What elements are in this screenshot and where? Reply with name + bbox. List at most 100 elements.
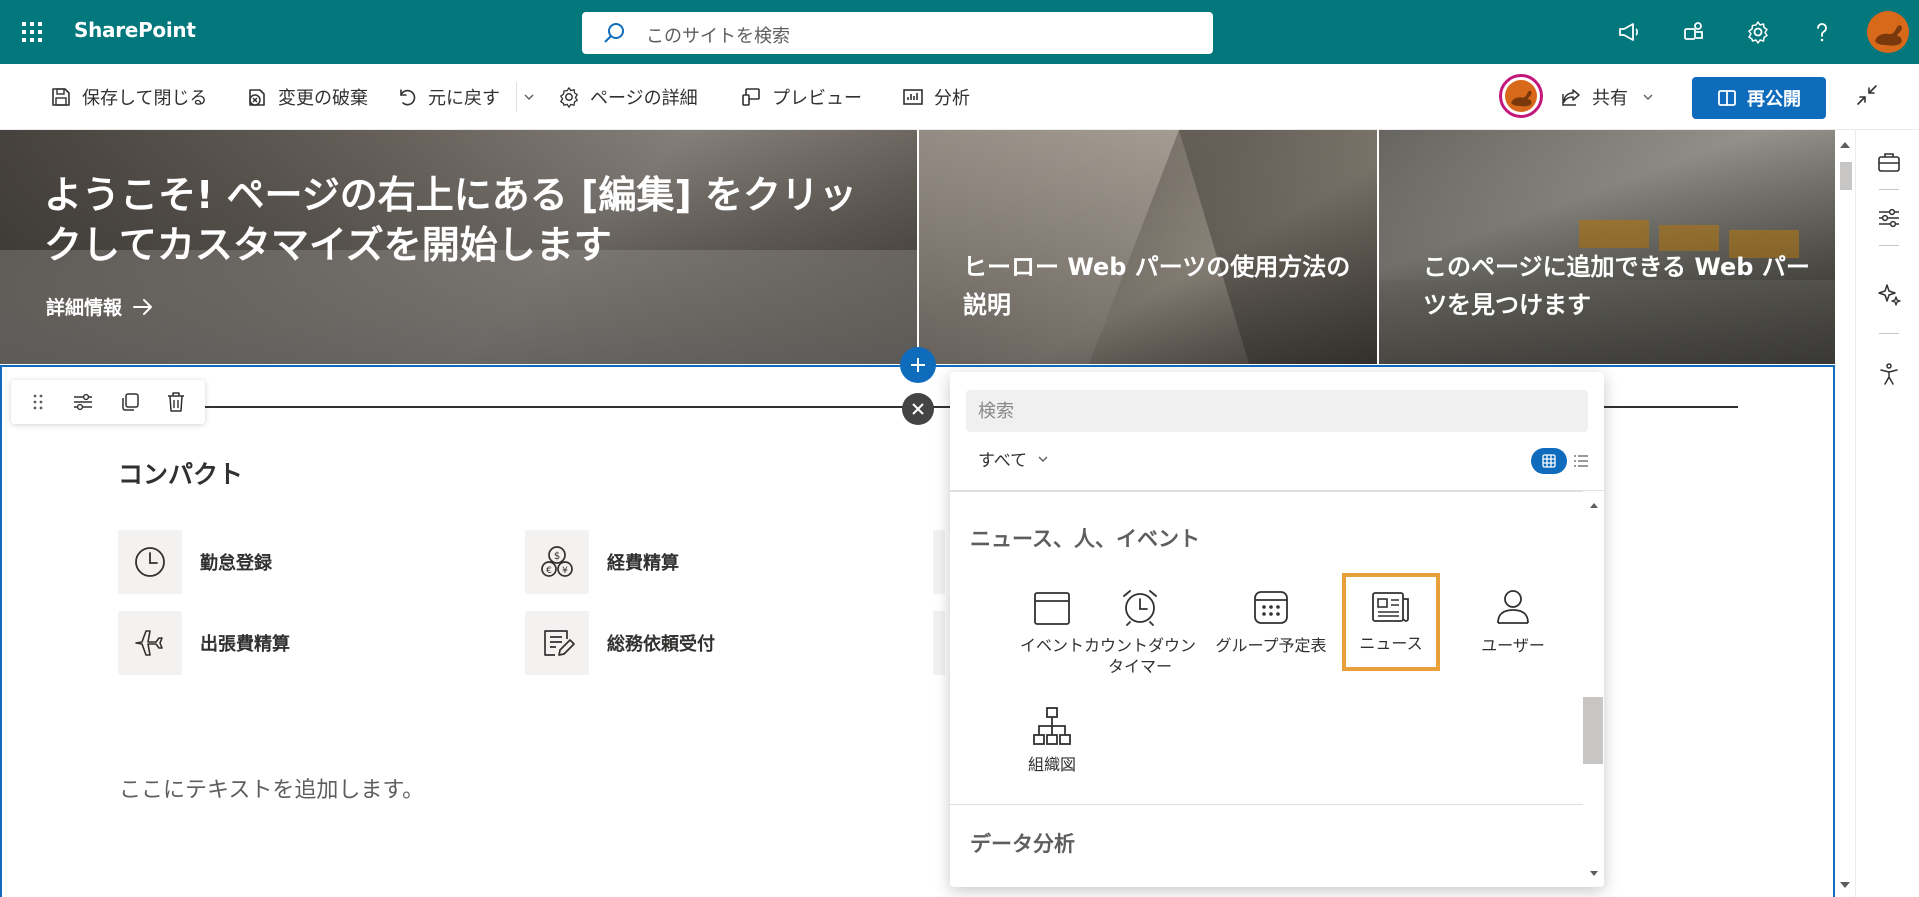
quick-link-item[interactable]: 勤怠登録 — [118, 530, 272, 594]
webpart-tile-people[interactable]: ユーザー — [1463, 579, 1563, 656]
drag-handle-icon[interactable] — [30, 392, 46, 412]
undo-label: 元に戻す — [428, 88, 500, 109]
waffle-icon[interactable] — [12, 12, 52, 52]
group-calendar-icon — [1252, 588, 1290, 626]
megaphone-icon[interactable] — [1611, 14, 1647, 50]
duplicate-icon[interactable] — [120, 392, 140, 412]
suite-bar: SharePoint このサイトを検索 — [0, 0, 1919, 64]
svg-text:¥: ¥ — [562, 566, 568, 576]
discard-button[interactable]: 変更の破棄 — [246, 82, 368, 112]
gear-icon[interactable] — [1740, 14, 1776, 50]
picker-category-filter[interactable]: すべて — [978, 446, 1049, 471]
quick-link-label: 総務依頼受付 — [607, 634, 715, 655]
calendar-icon — [1032, 587, 1072, 627]
book-icon — [1717, 88, 1737, 108]
hero-shade — [919, 130, 1377, 364]
chevron-down-icon — [523, 91, 535, 103]
quick-link-label: 出張費精算 — [200, 634, 290, 655]
hero-tile-2-title: ヒーロー Web パーツの使用方法の説明 — [963, 253, 1351, 319]
text-webpart-placeholder[interactable]: ここにテキストを追加します。 — [119, 772, 424, 804]
grid-view-toggle[interactable] — [1531, 448, 1567, 474]
undo-dropdown[interactable] — [516, 82, 545, 112]
webpart-tile-countdown[interactable]: カウントダウン タイマー — [1078, 579, 1202, 677]
quick-links-title: コンパクト — [118, 460, 244, 489]
chevron-down-icon — [1642, 91, 1654, 103]
quick-link-item-clipped[interactable] — [933, 611, 945, 675]
toolbox-icon[interactable] — [1873, 146, 1905, 178]
picker-list: ニュース、人、イベント イベント カウントダウン タイマー グループ予定表 ニュ… — [950, 491, 1583, 887]
webpart-tile-news[interactable]: ニュース — [1342, 573, 1440, 671]
quick-link-label: 勤怠登録 — [200, 553, 272, 574]
preview-label: プレビュー — [772, 88, 862, 109]
picker-search-box[interactable] — [966, 390, 1588, 432]
hero-tile-2[interactable]: ヒーロー Web パーツの使用方法の説明 — [919, 130, 1377, 364]
help-icon[interactable] — [1804, 14, 1840, 50]
collapse-button[interactable] — [1854, 80, 1890, 110]
preview-icon — [740, 86, 762, 108]
tile-label: カウントダウン タイマー — [1083, 636, 1196, 676]
quick-link-item[interactable]: $ € ¥ 経費精算 — [525, 530, 679, 594]
close-toolbox-button[interactable] — [902, 393, 934, 425]
preview-button[interactable]: プレビュー — [740, 82, 862, 112]
sparkle-icon[interactable] — [1873, 278, 1905, 310]
save-close-label: 保存して閉じる — [82, 88, 208, 109]
hero-shade — [1379, 130, 1836, 364]
webpart-picker: すべて ニュース、人、イベント イベント カウントダウン タイマー — [950, 372, 1604, 887]
app-name[interactable]: SharePoint — [74, 18, 196, 42]
scroll-up-icon[interactable] — [1587, 498, 1601, 512]
hero-learn-more-label: 詳細情報 — [46, 297, 123, 319]
undo-button[interactable]: 元に戻す — [396, 82, 500, 112]
tile-label: ユーザー — [1481, 636, 1545, 655]
add-section-button[interactable] — [900, 347, 936, 383]
chevron-down-icon — [1037, 453, 1049, 465]
hero-main-tile[interactable]: ようこそ! ページの右上にある [編集] をクリックしてカスタマイズを開始します… — [0, 130, 917, 364]
quick-link-item[interactable]: 総務依頼受付 — [525, 611, 715, 675]
rail-divider — [1879, 245, 1899, 246]
hero-learn-more-link[interactable]: 詳細情報 — [46, 293, 154, 320]
site-search-box[interactable]: このサイトを検索 — [582, 12, 1213, 54]
edit-properties-icon[interactable] — [72, 392, 94, 412]
webpart-toolbar — [11, 380, 205, 424]
quick-link-item-clipped[interactable] — [933, 530, 945, 594]
quick-link-label: 経費精算 — [607, 553, 679, 574]
settings-sliders-icon[interactable] — [1873, 202, 1905, 234]
picker-scroll-thumb[interactable] — [1583, 697, 1603, 764]
analytics-label: 分析 — [934, 88, 970, 109]
user-avatar[interactable] — [1867, 11, 1909, 53]
discard-page-icon — [246, 86, 268, 108]
picker-search-input[interactable] — [966, 390, 1588, 432]
list-view-toggle[interactable] — [1569, 448, 1593, 474]
page-scroll-thumb[interactable] — [1840, 162, 1852, 190]
webpart-tile-org-chart[interactable]: 組織図 — [1002, 698, 1102, 775]
share-button[interactable]: 共有 — [1560, 82, 1664, 112]
republish-button[interactable]: 再公開 — [1692, 77, 1826, 119]
quick-link-item[interactable]: 出張費精算 — [118, 611, 290, 675]
search-placeholder: このサイトを検索 — [646, 26, 790, 47]
accessibility-icon[interactable] — [1873, 358, 1905, 390]
clock-icon — [133, 545, 167, 579]
page-details-label: ページの詳細 — [590, 88, 698, 109]
discard-label: 変更の破棄 — [278, 88, 368, 109]
delete-icon[interactable] — [166, 391, 186, 413]
rail-divider — [1879, 189, 1899, 190]
picker-category-title: ニュース、人、イベント — [970, 527, 1200, 551]
tile-label: グループ予定表 — [1215, 636, 1327, 655]
save-close-button[interactable]: 保存して閉じる — [50, 82, 207, 112]
page-details-button[interactable]: ページの詳細 — [558, 82, 698, 112]
picker-category-title: データ分析 — [970, 832, 1075, 856]
analytics-icon — [902, 86, 924, 108]
coauthor-avatar[interactable] — [1499, 74, 1543, 118]
scroll-down-icon[interactable] — [1587, 867, 1601, 881]
analytics-button[interactable]: 分析 — [902, 82, 970, 112]
picker-scrollbar[interactable] — [1583, 491, 1604, 887]
filter-label: すべて — [978, 451, 1028, 471]
gear-icon — [558, 86, 580, 108]
svg-text:€: € — [546, 566, 552, 576]
share-icon — [1560, 86, 1582, 108]
save-icon — [50, 86, 72, 108]
hero-tile-3[interactable]: このページに追加できる Web パーツを見つけます — [1379, 130, 1836, 364]
currency-exchange-icon: $ € ¥ — [539, 544, 575, 580]
webpart-tile-group-calendar[interactable]: グループ予定表 — [1212, 579, 1330, 656]
page-scrollbar[interactable] — [1835, 130, 1855, 897]
teams-app-icon[interactable] — [1676, 14, 1712, 50]
